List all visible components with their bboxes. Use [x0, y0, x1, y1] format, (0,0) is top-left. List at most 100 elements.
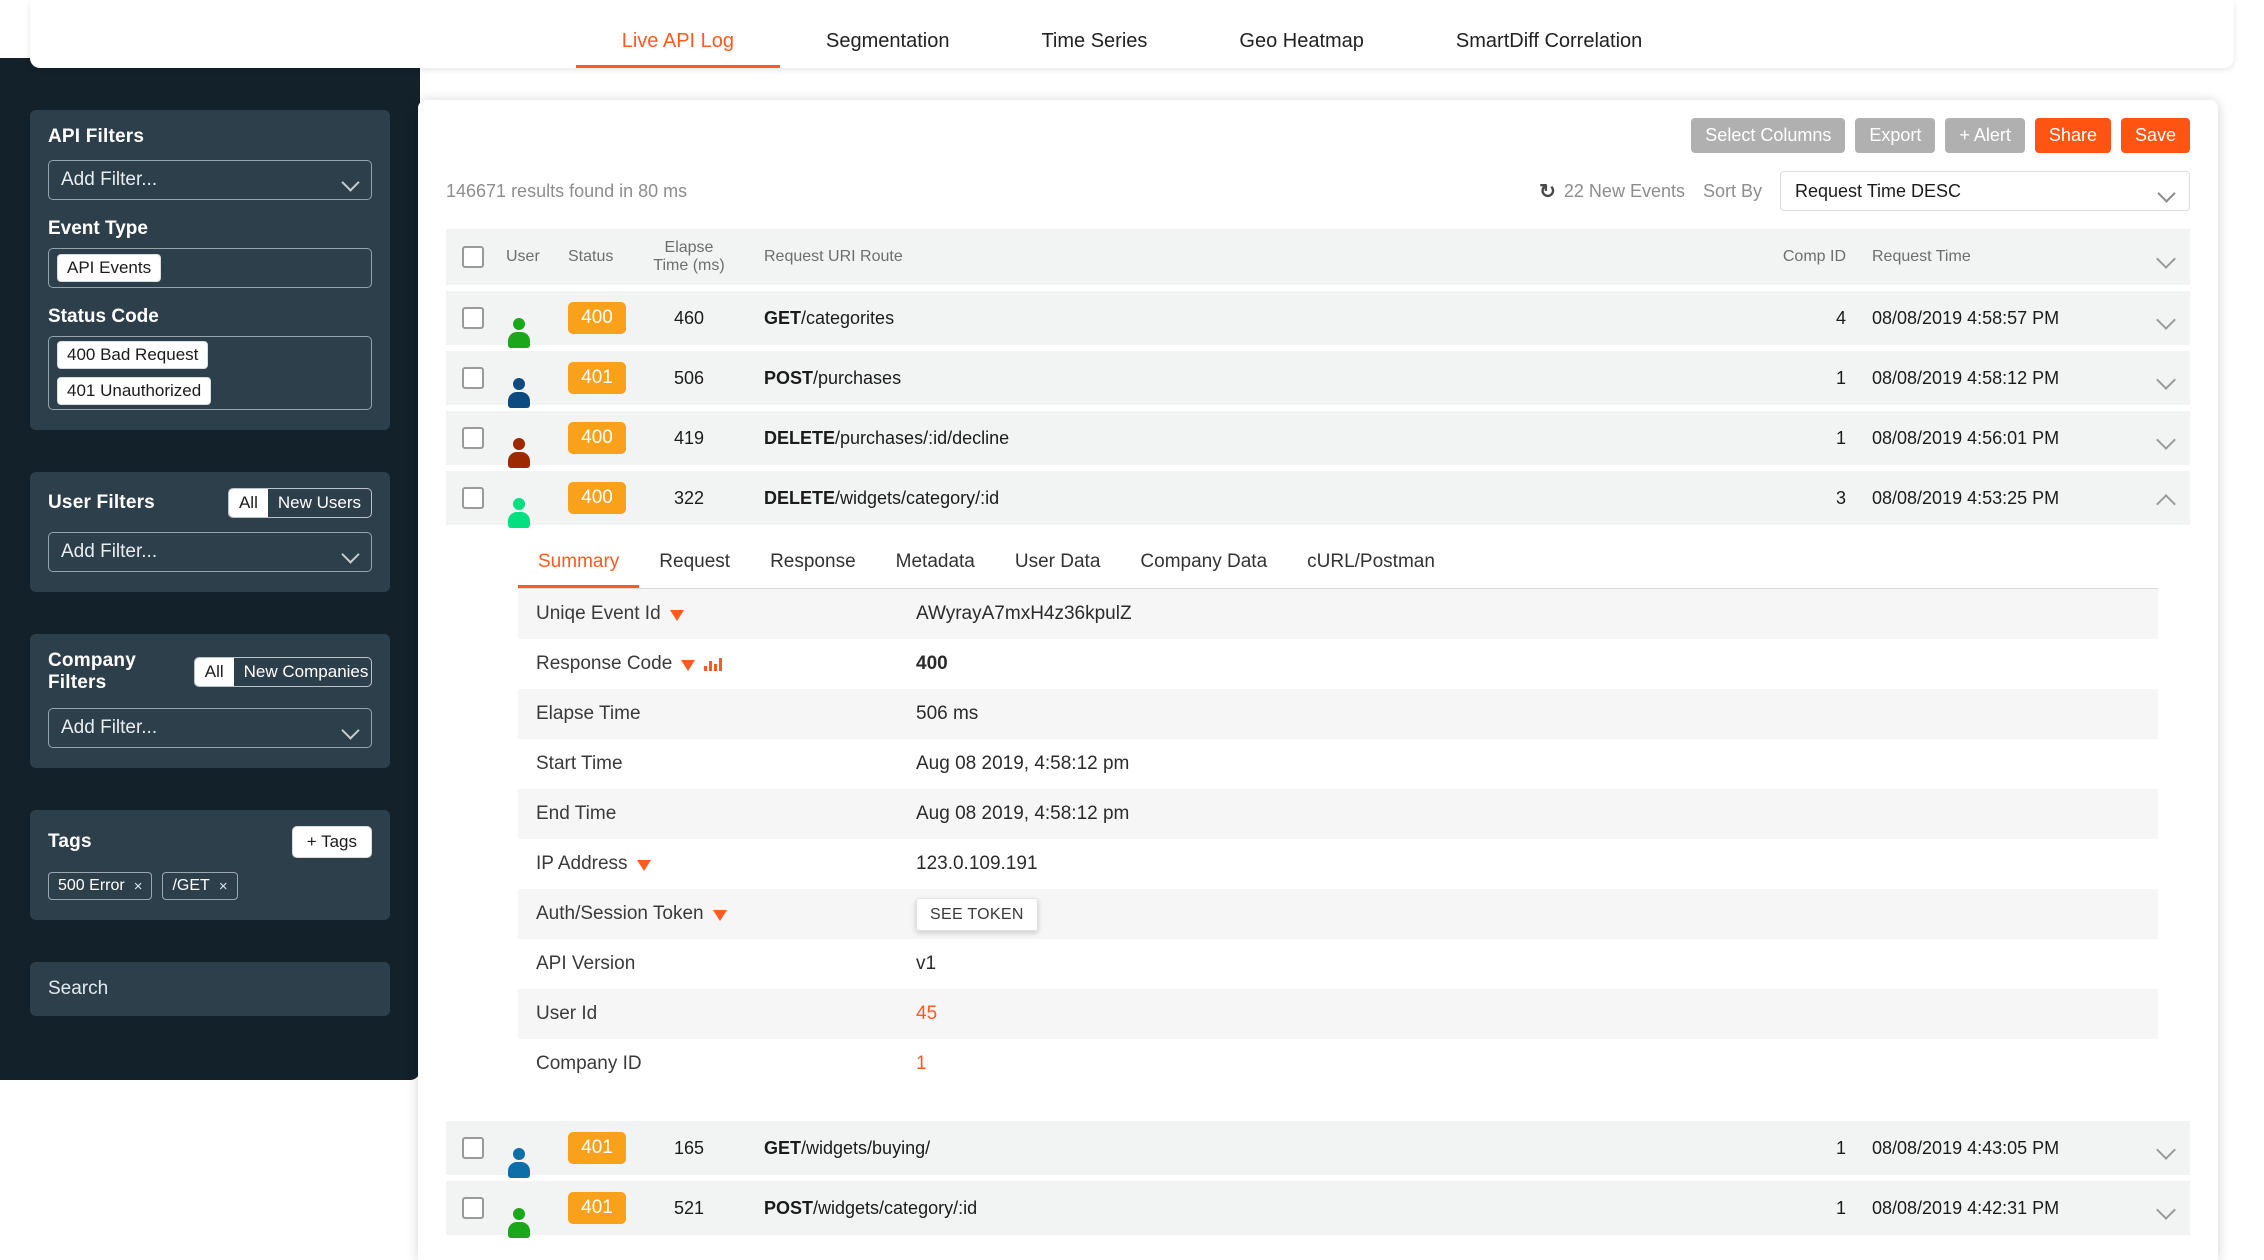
row-checkbox[interactable] — [462, 307, 484, 329]
row-checkbox-cell[interactable] — [462, 487, 506, 509]
row-checkbox-cell[interactable] — [462, 1137, 506, 1159]
detail-tab-response[interactable]: Response — [750, 551, 876, 588]
tags-panel: Tags + Tags 500 Error×/GET× — [30, 810, 390, 920]
header-comp-id: Comp ID — [1752, 248, 1872, 266]
remove-tag-icon[interactable]: × — [134, 878, 143, 895]
header-expand-toggle[interactable] — [2122, 252, 2174, 262]
api-filters-title: API Filters — [48, 126, 372, 148]
detail-tab-request[interactable]: Request — [639, 551, 750, 588]
row-expand-toggle[interactable] — [2122, 433, 2174, 443]
tag-label: 500 Error — [58, 877, 125, 895]
company-segment-all[interactable]: All — [195, 658, 234, 686]
detail-field-row: Auth/Session TokenSEE TOKEN — [518, 889, 2158, 939]
filter-icon[interactable] — [637, 860, 651, 871]
top-tab-segmentation[interactable]: Segmentation — [780, 31, 995, 68]
status-cell: 401 — [568, 362, 644, 394]
row-checkbox-cell[interactable] — [462, 427, 506, 449]
search-placeholder: Search — [48, 978, 108, 999]
detail-tab-curl-postman[interactable]: cURL/Postman — [1287, 551, 1455, 588]
select-columns-button[interactable]: Select Columns — [1691, 118, 1845, 153]
request-time-cell: 08/08/2019 4:43:05 PM — [1872, 1138, 2122, 1159]
request-uri-cell: DELETE/widgets/category/:id — [734, 488, 1752, 509]
detail-field-value: 45 — [916, 1003, 937, 1025]
top-tab-geo-heatmap[interactable]: Geo Heatmap — [1193, 31, 1410, 68]
company-segment-new-companies[interactable]: New Companies — [234, 658, 372, 686]
user-filters-header: User Filters All New Users — [48, 488, 372, 518]
remove-tag-icon[interactable]: × — [219, 878, 228, 895]
tag-item[interactable]: 500 Error × — [48, 872, 152, 900]
row-checkbox-cell[interactable] — [462, 307, 506, 329]
detail-tab-summary[interactable]: Summary — [518, 551, 639, 588]
row-detail-panel: SummaryRequestResponseMetadataUser DataC… — [446, 551, 2190, 1115]
table-row[interactable]: 400419DELETE/purchases/:id/decline108/08… — [446, 411, 2190, 465]
filter-icon[interactable] — [681, 660, 695, 671]
detail-tab-metadata[interactable]: Metadata — [876, 551, 995, 588]
detail-tab-user-data[interactable]: User Data — [995, 551, 1121, 588]
table-body: 400460GET/categorites408/08/2019 4:58:57… — [446, 291, 2190, 1235]
detail-field-key: API Version — [536, 953, 916, 975]
row-checkbox[interactable] — [462, 427, 484, 449]
status-code-chip[interactable]: 401 Unauthorized — [57, 377, 211, 405]
row-expand-toggle[interactable] — [2122, 493, 2174, 503]
row-expand-toggle[interactable] — [2122, 373, 2174, 383]
detail-field-key: Start Time — [536, 753, 916, 775]
select-all-checkbox-cell[interactable] — [462, 246, 506, 268]
filter-icon[interactable] — [713, 910, 727, 921]
header-elapse-line1: Elapse — [644, 239, 734, 257]
row-expand-toggle[interactable] — [2122, 1203, 2174, 1213]
header-user: User — [506, 248, 568, 266]
detail-field-value: 506 ms — [916, 703, 978, 725]
search-input[interactable]: Search — [30, 962, 390, 1016]
row-checkbox[interactable] — [462, 367, 484, 389]
status-cell: 400 — [568, 422, 644, 454]
row-expand-toggle[interactable] — [2122, 313, 2174, 323]
user-add-filter-select[interactable]: Add Filter... — [48, 532, 372, 572]
new-events-refresh[interactable]: ↻ 22 New Events — [1539, 179, 1685, 204]
row-checkbox-cell[interactable] — [462, 367, 506, 389]
detail-field-value: Aug 08 2019, 4:58:12 pm — [916, 803, 1129, 825]
refresh-icon[interactable]: ↻ — [1539, 179, 1556, 204]
user-filters-panel: User Filters All New Users Add Filter... — [30, 472, 390, 592]
request-uri-cell: POST/widgets/category/:id — [734, 1198, 1752, 1219]
add-tags-button[interactable]: + Tags — [292, 826, 372, 858]
event-type-chip[interactable]: API Events — [57, 254, 161, 282]
detail-field-row: IP Address123.0.109.191 — [518, 839, 2158, 889]
user-filters-segmented-control[interactable]: All New Users — [228, 488, 372, 518]
row-checkbox[interactable] — [462, 1137, 484, 1159]
top-tab-time-series[interactable]: Time Series — [995, 31, 1193, 68]
row-checkbox[interactable] — [462, 487, 484, 509]
request-uri-cell: GET/widgets/buying/ — [734, 1138, 1752, 1159]
table-row[interactable]: 400460GET/categorites408/08/2019 4:58:57… — [446, 291, 2190, 345]
top-tab-live-api-log[interactable]: Live API Log — [576, 31, 780, 68]
status-code-chipbox[interactable]: 400 Bad Request 401 Unauthorized — [48, 336, 372, 410]
user-segment-new-users[interactable]: New Users — [268, 489, 371, 517]
detail-field-key: Response Code — [536, 653, 916, 675]
row-checkbox[interactable] — [462, 1197, 484, 1219]
status-code-chip[interactable]: 400 Bad Request — [57, 341, 208, 369]
event-type-chipbox[interactable]: API Events — [48, 248, 372, 288]
tag-item[interactable]: /GET × — [162, 872, 237, 900]
table-row[interactable]: 401165GET/widgets/buying/108/08/2019 4:4… — [446, 1121, 2190, 1175]
chart-icon[interactable] — [704, 657, 722, 671]
detail-tab-company-data[interactable]: Company Data — [1120, 551, 1287, 588]
tag-label: /GET — [172, 877, 209, 895]
add-alert-button[interactable]: + Alert — [1945, 118, 2025, 153]
row-expand-toggle[interactable] — [2122, 1143, 2174, 1153]
top-tab-smartdiff-correlation[interactable]: SmartDiff Correlation — [1410, 31, 1688, 68]
save-button[interactable]: Save — [2121, 118, 2190, 153]
table-row[interactable]: 401521POST/widgets/category/:id108/08/20… — [446, 1181, 2190, 1235]
share-button[interactable]: Share — [2035, 118, 2111, 153]
main-content-card: Select Columns Export + Alert Share Save… — [418, 100, 2218, 1260]
api-add-filter-select[interactable]: Add Filter... — [48, 160, 372, 200]
export-button[interactable]: Export — [1855, 118, 1935, 153]
filter-icon[interactable] — [670, 610, 684, 621]
select-all-checkbox[interactable] — [462, 246, 484, 268]
company-add-filter-select[interactable]: Add Filter... — [48, 708, 372, 748]
sort-by-select[interactable]: Request Time DESC — [1780, 171, 2190, 211]
user-segment-all[interactable]: All — [229, 489, 268, 517]
company-filters-segmented-control[interactable]: All New Companies — [194, 657, 372, 687]
table-row[interactable]: 400322DELETE/widgets/category/:id308/08/… — [446, 471, 2190, 525]
see-token-button[interactable]: SEE TOKEN — [916, 898, 1038, 931]
row-checkbox-cell[interactable] — [462, 1197, 506, 1219]
table-row[interactable]: 401506POST/purchases108/08/2019 4:58:12 … — [446, 351, 2190, 405]
